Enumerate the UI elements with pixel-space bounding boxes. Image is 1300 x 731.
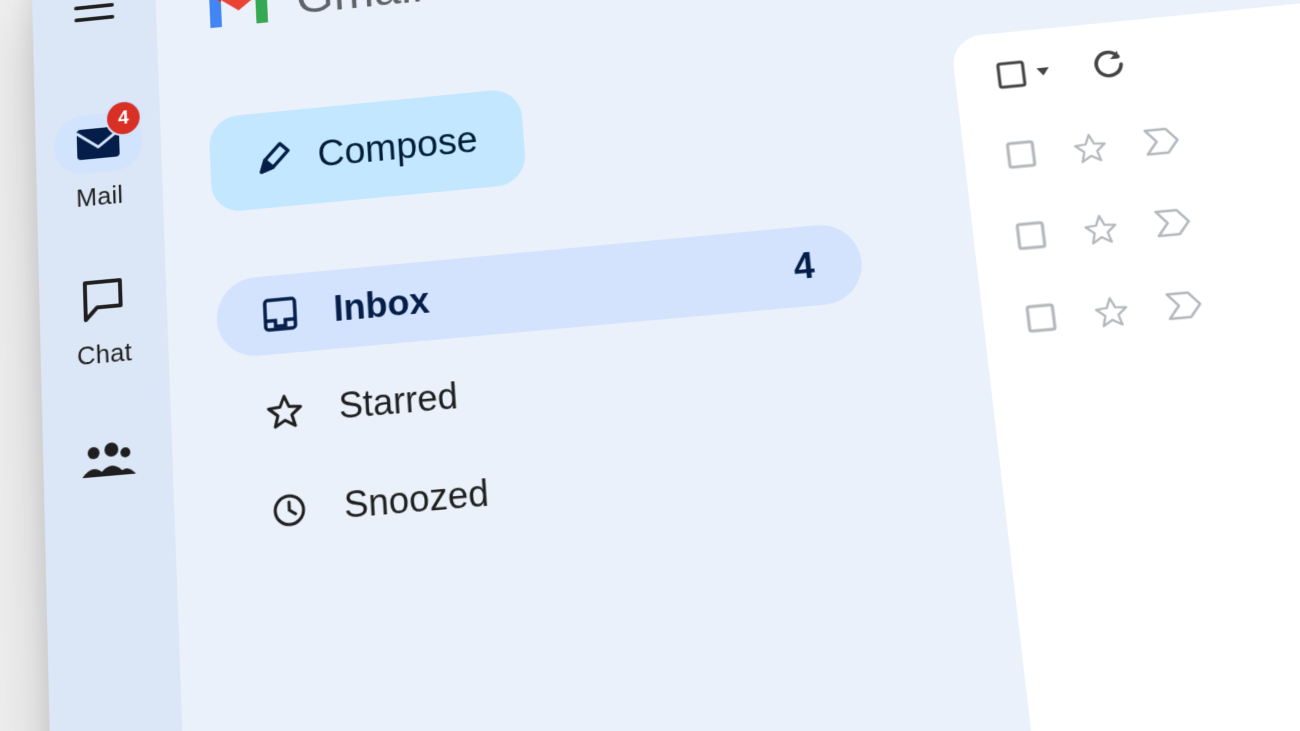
main-menu-button[interactable] <box>74 0 115 23</box>
select-all-control[interactable] <box>994 56 1053 90</box>
app-window: 4 Mail Chat <box>31 0 1300 731</box>
compose-label: Compose <box>317 119 479 175</box>
rail-label-chat: Chat <box>77 337 133 372</box>
rail-item-spaces[interactable] <box>61 425 154 495</box>
folder-label: Starred <box>338 375 459 428</box>
star-icon <box>266 392 304 431</box>
refresh-button[interactable] <box>1090 48 1127 82</box>
gmail-logo-icon <box>203 0 274 32</box>
caret-down-icon <box>1034 65 1052 78</box>
list-toolbar <box>994 0 1300 92</box>
row-star-icon[interactable] <box>1093 294 1131 329</box>
folder-label: Inbox <box>333 280 431 330</box>
refresh-icon <box>1090 48 1127 82</box>
message-row[interactable] <box>1013 154 1300 253</box>
navigation-sidebar: Gmail Compose Inbox 4 <box>154 0 1050 731</box>
row-star-icon[interactable] <box>1072 131 1109 166</box>
rail-label-mail: Mail <box>76 180 124 214</box>
row-important-icon[interactable] <box>1153 207 1192 238</box>
folder-count: 4 <box>792 245 817 289</box>
folder-list: Inbox 4 Starred Snoozed <box>215 214 971 557</box>
row-checkbox-icon[interactable] <box>1014 219 1049 252</box>
compose-button[interactable]: Compose <box>208 88 526 214</box>
rail-item-mail[interactable]: 4 Mail <box>53 110 145 216</box>
inbox-icon <box>261 295 298 334</box>
rail-item-chat[interactable]: Chat <box>57 265 150 374</box>
clock-icon <box>270 490 308 530</box>
mail-badge: 4 <box>107 101 141 136</box>
row-important-icon[interactable] <box>1164 289 1204 321</box>
spaces-icon <box>61 425 154 495</box>
row-checkbox-icon[interactable] <box>1024 301 1059 334</box>
row-important-icon[interactable] <box>1142 126 1181 157</box>
message-row[interactable] <box>1023 237 1300 335</box>
app-title: Gmail <box>295 0 424 25</box>
chat-icon <box>57 265 149 334</box>
row-checkbox-icon[interactable] <box>1004 138 1039 170</box>
row-star-icon[interactable] <box>1082 212 1120 247</box>
gmail-logo[interactable]: Gmail <box>203 0 911 34</box>
checkbox-icon <box>994 59 1028 91</box>
folder-label: Snoozed <box>343 472 490 527</box>
message-rows <box>1004 72 1300 336</box>
mail-icon: 4 <box>53 110 143 177</box>
pencil-icon <box>254 141 291 179</box>
